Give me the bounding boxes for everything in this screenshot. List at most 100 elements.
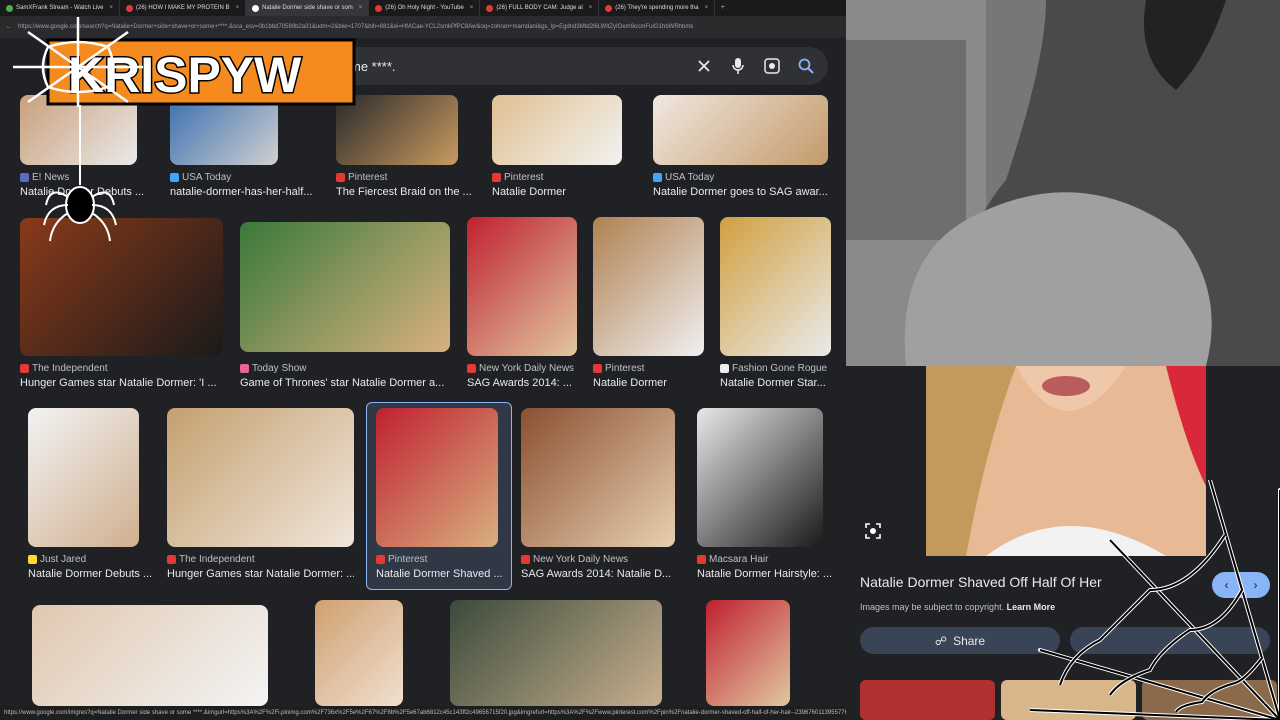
prev-next-buttons[interactable]: ‹ › <box>1212 572 1270 598</box>
related-image[interactable] <box>860 680 995 720</box>
lens-camera-icon[interactable] <box>762 56 782 76</box>
result-thumbnail[interactable] <box>315 600 403 706</box>
result-source[interactable]: Fashion Gone Rogue <box>720 363 827 374</box>
source-favicon-icon <box>376 555 385 564</box>
result-title[interactable]: SAG Awards 2014: ... <box>467 377 572 389</box>
result-source-label: USA Today <box>665 172 715 183</box>
result-source-label: The Independent <box>32 363 108 374</box>
result-thumbnail[interactable] <box>28 408 139 547</box>
source-favicon-icon <box>697 555 706 564</box>
result-thumbnail[interactable] <box>697 408 823 547</box>
result-thumbnail[interactable] <box>653 95 828 165</box>
result-title[interactable]: natalie-dormer-has-her-half... <box>170 186 312 198</box>
source-favicon-icon <box>20 364 29 373</box>
result-source[interactable]: Pinterest <box>492 172 543 183</box>
result-thumbnail[interactable] <box>32 605 268 706</box>
result-thumbnail[interactable] <box>467 217 577 356</box>
result-thumbnail[interactable] <box>167 408 354 547</box>
result-thumbnail[interactable] <box>593 217 704 356</box>
learn-more-link[interactable]: Learn More <box>1007 602 1056 612</box>
source-favicon-icon <box>167 555 176 564</box>
result-source[interactable]: Pinterest <box>336 172 387 183</box>
microphone-icon[interactable] <box>728 56 748 76</box>
source-favicon-icon <box>20 173 29 182</box>
result-source-label: Just Jared <box>40 554 87 565</box>
result-source-label: Pinterest <box>388 554 428 565</box>
share-label: Share <box>953 633 986 648</box>
result-source[interactable]: New York Daily News <box>521 554 628 565</box>
result-source[interactable]: The Independent <box>20 363 108 374</box>
lens-search-icon[interactable] <box>864 522 884 542</box>
spider-icon <box>43 105 117 242</box>
result-source[interactable]: Today Show <box>240 363 306 374</box>
result-thumbnail[interactable] <box>240 222 450 352</box>
result-title[interactable]: Game of Thrones' star Natalie Dormer a..… <box>240 377 444 389</box>
result-source[interactable]: The Independent <box>167 554 255 565</box>
result-source-label: Pinterest <box>348 172 388 183</box>
share-icon: ☍ <box>934 633 948 648</box>
webcam-image <box>846 0 1280 366</box>
related-image[interactable] <box>1001 680 1136 720</box>
result-title[interactable]: Natalie Dormer <box>492 186 566 198</box>
streamer-logo: KRISPYW <box>13 17 356 107</box>
related-images-strip <box>860 680 1280 720</box>
result-title[interactable]: Hunger Games star Natalie Dormer: 'I ... <box>20 377 217 389</box>
result-source[interactable]: Pinterest <box>593 363 644 374</box>
preview-image[interactable] <box>926 366 1206 556</box>
source-favicon-icon <box>593 364 602 373</box>
result-thumbnail[interactable] <box>521 408 675 547</box>
result-source[interactable]: USA Today <box>653 172 714 183</box>
result-title[interactable]: The Fiercest Braid on the ... <box>336 186 472 198</box>
result-source[interactable]: Macsara Hair <box>697 554 768 565</box>
source-favicon-icon <box>28 555 37 564</box>
share-button[interactable]: ☍ Share <box>860 627 1060 654</box>
result-title[interactable]: Natalie Dormer goes to SAG awar... <box>653 186 828 198</box>
result-title[interactable]: Natalie Dormer Star... <box>720 377 826 389</box>
result-source-label: New York Daily News <box>533 554 629 565</box>
source-favicon-icon <box>240 364 249 373</box>
result-thumbnail[interactable] <box>706 600 790 706</box>
result-thumbnail[interactable] <box>492 95 622 165</box>
clear-icon[interactable] <box>694 56 714 76</box>
result-source[interactable]: New York Daily News <box>467 363 574 374</box>
copyright-text: Images may be subject to copyright. <box>860 602 1005 612</box>
webcam-feed <box>846 0 1280 366</box>
result-title[interactable]: Hunger Games star Natalie Dormer: ... <box>167 568 354 580</box>
result-thumbnail[interactable] <box>720 217 831 356</box>
result-source-label: New York Daily News <box>479 363 575 374</box>
result-source[interactable]: Pinterest <box>376 554 427 565</box>
save-button[interactable] <box>1070 627 1270 654</box>
search-icon[interactable] <box>796 56 816 76</box>
source-favicon-icon <box>653 173 662 182</box>
image-results-grid: E! NewsNatalie Dormer Debuts ...USA Toda… <box>0 0 846 720</box>
copyright-note: Images may be subject to copyright. Lear… <box>860 602 1055 612</box>
result-thumbnail[interactable] <box>376 408 498 547</box>
result-source-label: USA Today <box>182 172 232 183</box>
result-source-label: Pinterest <box>504 172 544 183</box>
chevron-left-icon[interactable]: ‹ <box>1225 578 1229 592</box>
source-favicon-icon <box>492 173 501 182</box>
result-title[interactable]: Natalie Dormer Hairstyle: ... <box>697 568 832 580</box>
source-favicon-icon <box>720 364 729 373</box>
result-source[interactable]: Just Jared <box>28 554 86 565</box>
result-title[interactable]: Natalie Dormer <box>593 377 667 389</box>
chevron-right-icon[interactable]: › <box>1254 578 1258 592</box>
source-favicon-icon <box>336 173 345 182</box>
preview-title[interactable]: Natalie Dormer Shaved Off Half Of Her <box>860 574 1102 590</box>
result-title[interactable]: SAG Awards 2014: Natalie D... <box>521 568 671 580</box>
result-title[interactable]: Natalie Dormer Shaved ... <box>376 568 503 580</box>
logo-text: KRISPYW <box>68 47 302 103</box>
status-bar-url: https://www.google.com/imgres?q=Natalie … <box>0 706 846 720</box>
result-source-label: Macsara Hair <box>709 554 769 565</box>
result-source-label: Fashion Gone Rogue <box>732 363 828 374</box>
result-source[interactable]: USA Today <box>170 172 231 183</box>
result-source-label: Pinterest <box>605 363 645 374</box>
related-image[interactable] <box>1142 680 1277 720</box>
result-source-label: The Independent <box>179 554 255 565</box>
source-favicon-icon <box>521 555 530 564</box>
source-favicon-icon <box>467 364 476 373</box>
result-thumbnail[interactable] <box>450 600 662 706</box>
result-source-label: Today Show <box>252 363 307 374</box>
result-title[interactable]: Natalie Dormer Debuts ... <box>28 568 152 580</box>
image-preview-panel: Natalie Dormer Shaved Off Half Of Her Im… <box>846 366 1280 720</box>
